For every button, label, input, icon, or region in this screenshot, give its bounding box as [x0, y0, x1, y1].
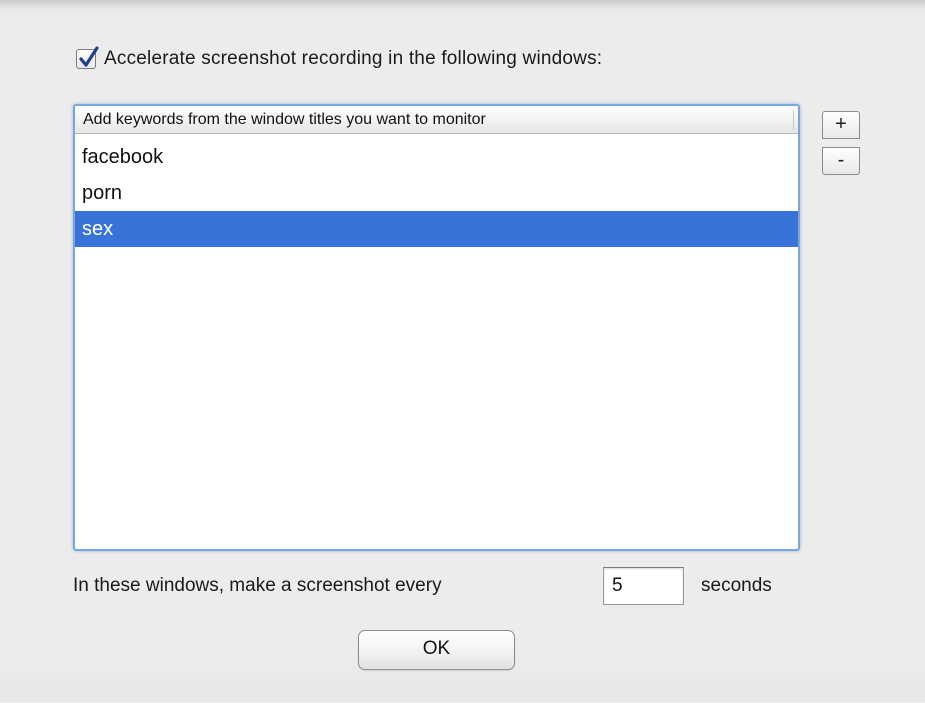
keywords-list[interactable]: Add keywords from the window titles you … [73, 104, 800, 551]
top-shadow [0, 1, 925, 9]
screenshot-settings-dialog: Accelerate screenshot recording in the f… [0, 0, 925, 703]
keywords-list-header-label: Add keywords from the window titles you … [83, 111, 486, 128]
accelerate-checkbox-label: Accelerate screenshot recording in the f… [104, 48, 603, 69]
interval-row: In these windows, make a screenshot ever… [73, 567, 833, 607]
add-keyword-button[interactable]: + [822, 111, 860, 139]
list-item[interactable]: facebook [75, 139, 798, 175]
interval-label: In these windows, make a screenshot ever… [73, 575, 442, 596]
keywords-list-header[interactable]: Add keywords from the window titles you … [75, 106, 798, 134]
column-divider [793, 110, 794, 130]
keywords-list-body: facebook porn sex [75, 139, 798, 247]
checkmark-icon [79, 46, 99, 67]
accelerate-checkbox-row[interactable]: Accelerate screenshot recording in the f… [76, 46, 602, 72]
remove-keyword-button[interactable]: - [822, 147, 860, 175]
interval-seconds-field[interactable] [603, 567, 684, 605]
seconds-label: seconds [701, 575, 772, 596]
list-item-selected[interactable]: sex [75, 211, 798, 247]
accelerate-checkbox[interactable] [76, 46, 99, 69]
list-item[interactable]: porn [75, 175, 798, 211]
bottom-fade [0, 661, 925, 703]
